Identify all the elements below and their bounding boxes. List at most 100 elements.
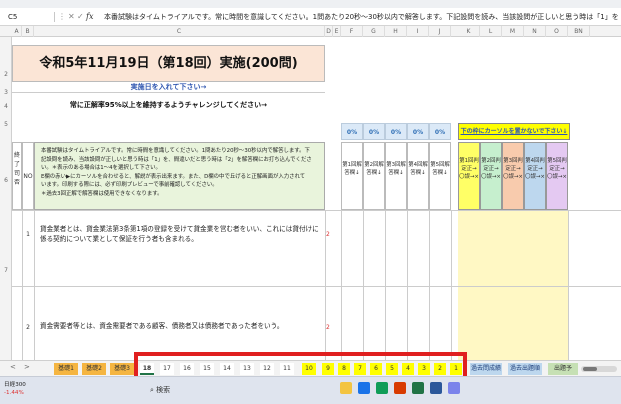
worksheet-grid[interactable]: A B C D E F G H I J K L M N O BN 2 3 4 5… bbox=[0, 26, 621, 360]
result-header: 第4回判定正→〇誤→× bbox=[524, 142, 546, 210]
instruction-line: います。印刷する際には、必ず印刷プレビューで事前確認してください。 bbox=[41, 182, 218, 189]
more-icon[interactable]: ⋮ bbox=[58, 10, 66, 24]
instruction-line: 本番試験はタイムトライアルです。常に時間を意識してください。1問あたり20秒〜3… bbox=[41, 148, 310, 154]
instruction-line: ＊過去3回正解で解答欄は使用できなくなります。 bbox=[41, 190, 163, 197]
column-header[interactable]: BN bbox=[568, 26, 590, 37]
word-icon[interactable] bbox=[430, 382, 442, 394]
column-header[interactable]: C bbox=[34, 26, 325, 37]
gridline bbox=[12, 210, 621, 211]
divider bbox=[54, 12, 55, 22]
prev-sheet-icon[interactable]: < bbox=[10, 363, 16, 371]
column-header[interactable]: I bbox=[407, 26, 429, 37]
score-percent: 0% bbox=[385, 123, 407, 140]
gridline bbox=[429, 210, 430, 360]
formula-bar: C5 ⋮ ✕ ✓ fx 本番試験はタイムトライアルです。常に時間を意識してくださ… bbox=[0, 8, 621, 26]
chrome-icon[interactable] bbox=[376, 382, 388, 394]
taskbar: 日経300 -1.44% ⌕ 検索 bbox=[0, 376, 621, 404]
column-header[interactable]: N bbox=[524, 26, 546, 37]
column-header[interactable]: H bbox=[385, 26, 407, 37]
stock-change: -1.44% bbox=[4, 390, 24, 396]
scrollbar-thumb[interactable] bbox=[583, 367, 597, 371]
number-header: NO bbox=[22, 142, 34, 210]
next-sheet-icon[interactable]: > bbox=[24, 363, 30, 371]
search-label: 検索 bbox=[156, 386, 171, 394]
column-header[interactable]: E bbox=[333, 26, 341, 37]
column-header[interactable]: O bbox=[546, 26, 568, 37]
row-headers: 2 3 4 5 6 7 bbox=[0, 37, 12, 360]
result-header: 第2回判定正→〇誤→× bbox=[480, 142, 502, 210]
powerpoint-icon[interactable] bbox=[394, 382, 406, 394]
sheet-tab[interactable]: 過去出題順 bbox=[508, 363, 542, 375]
insert-function-icon[interactable]: fx bbox=[86, 10, 93, 24]
question-text[interactable]: 貸金業者とは、貸金業法第3条第1項の登録を受けて貸金業を営む者をいい、これには貸… bbox=[40, 224, 320, 244]
question-number: 1 bbox=[26, 231, 30, 238]
taskbar-search[interactable]: ⌕ 検索 bbox=[150, 385, 190, 395]
question-number: 2 bbox=[26, 324, 30, 331]
cursor-warning: 下の枠にカーソルを置かないで下さい↓ bbox=[458, 123, 570, 140]
score-percent: 0% bbox=[363, 123, 385, 140]
gridline bbox=[363, 210, 364, 360]
gridline bbox=[385, 210, 386, 360]
taskbar-apps bbox=[340, 382, 540, 400]
column-header[interactable]: G bbox=[363, 26, 385, 37]
result-column bbox=[524, 210, 546, 360]
sheet-tab[interactable]: 過去問成績 bbox=[470, 363, 502, 375]
instructions-cell[interactable]: 本番試験はタイムトライアルです。常に時間を意識してください。1問あたり20秒〜3… bbox=[34, 142, 325, 210]
result-header: 第1回判定正→〇誤→× bbox=[458, 142, 480, 210]
row-header[interactable]: 3 bbox=[0, 89, 12, 96]
formula-input[interactable]: 本番試験はタイムトライアルです。常に時間を意識してください。1問あたり20秒〜3… bbox=[104, 10, 618, 24]
question-text[interactable]: 資金需要者等とは、資金需要者である顧客、債務者又は債務者であった者をいう。 bbox=[40, 321, 320, 331]
teams-icon[interactable] bbox=[448, 382, 460, 394]
gridline bbox=[568, 210, 569, 360]
answer-ref: 2 bbox=[326, 231, 330, 238]
answer-header: 第5回解答欄↓ bbox=[429, 142, 451, 210]
cancel-icon[interactable]: ✕ bbox=[68, 10, 75, 24]
score-percent: 0% bbox=[429, 123, 451, 140]
column-header[interactable]: M bbox=[502, 26, 524, 37]
column-header[interactable]: L bbox=[480, 26, 502, 37]
sheet-tab[interactable]: 出題予 bbox=[548, 363, 578, 375]
column-header[interactable]: J bbox=[429, 26, 451, 37]
gridline bbox=[34, 210, 35, 360]
excel-window: C5 ⋮ ✕ ✓ fx 本番試験はタイムトライアルです。常に時間を意識してくださ… bbox=[0, 0, 621, 404]
result-column bbox=[502, 210, 524, 360]
stock-widget[interactable]: 日経300 -1.44% bbox=[4, 381, 44, 397]
name-box[interactable]: C5 bbox=[2, 10, 54, 24]
result-column bbox=[546, 210, 568, 360]
answer-header: 第4回解答欄↓ bbox=[407, 142, 429, 210]
column-header[interactable]: B bbox=[22, 26, 34, 37]
sheet-tab[interactable]: 基礎1 bbox=[54, 363, 78, 375]
answer-ref: 2 bbox=[326, 324, 330, 331]
instruction-line: E欄の赤い▶にカーソルを合わせると、解説が表示出来ます。また、D欄の中で丘げると… bbox=[41, 173, 306, 180]
gridline bbox=[407, 210, 408, 360]
gridline bbox=[341, 210, 342, 360]
sheet-tab[interactable]: 基礎2 bbox=[82, 363, 106, 375]
column-header[interactable]: D bbox=[325, 26, 333, 37]
instruction-line: 記設問を読み、当該設問が正しいと思う時は「1」を、間違いだと思う時は「2」を解答… bbox=[41, 156, 312, 163]
instruction-line: い。＊表示のある場合は1〜4を選択して下さい。 bbox=[41, 165, 161, 172]
column-header[interactable]: K bbox=[458, 26, 480, 37]
folder-icon[interactable] bbox=[340, 382, 352, 394]
column-headers: A B C D E F G H I J K L M N O BN bbox=[0, 26, 621, 37]
answer-header: 第2回解答欄↓ bbox=[363, 142, 385, 210]
result-column bbox=[458, 210, 480, 360]
result-header: 第3回判定正→〇誤→× bbox=[502, 142, 524, 210]
result-header: 第5回判定正→〇誤→× bbox=[546, 142, 568, 210]
row-header[interactable]: 6 bbox=[0, 177, 12, 184]
edge-icon[interactable] bbox=[358, 382, 370, 394]
date-input-prompt[interactable]: 実施日を入れて下さい→ bbox=[12, 82, 325, 93]
confirm-icon[interactable]: ✓ bbox=[77, 10, 84, 24]
row-header[interactable]: 5 bbox=[0, 121, 12, 128]
sheet-title[interactable]: 令和5年11月19日（第18回）実施(200問) bbox=[12, 45, 325, 82]
column-header[interactable]: A bbox=[12, 26, 22, 37]
row-header[interactable]: 2 bbox=[0, 71, 12, 78]
search-icon: ⌕ bbox=[150, 386, 154, 394]
excel-icon[interactable] bbox=[412, 382, 424, 394]
row-header[interactable]: 4 bbox=[0, 103, 12, 110]
column-header[interactable]: F bbox=[341, 26, 363, 37]
score-percent: 0% bbox=[407, 123, 429, 140]
question-text-content: 貸金業者とは、貸金業法第3条第1項の登録を受けて貸金業を営む者をいい、これには貸… bbox=[40, 225, 319, 243]
row-header[interactable]: 7 bbox=[0, 267, 12, 274]
sheet-tab[interactable]: 基礎3 bbox=[110, 363, 134, 375]
question-text-content: 資金需要者等とは、資金需要者である顧客、債務者又は債務者であった者をいう。 bbox=[40, 322, 284, 330]
